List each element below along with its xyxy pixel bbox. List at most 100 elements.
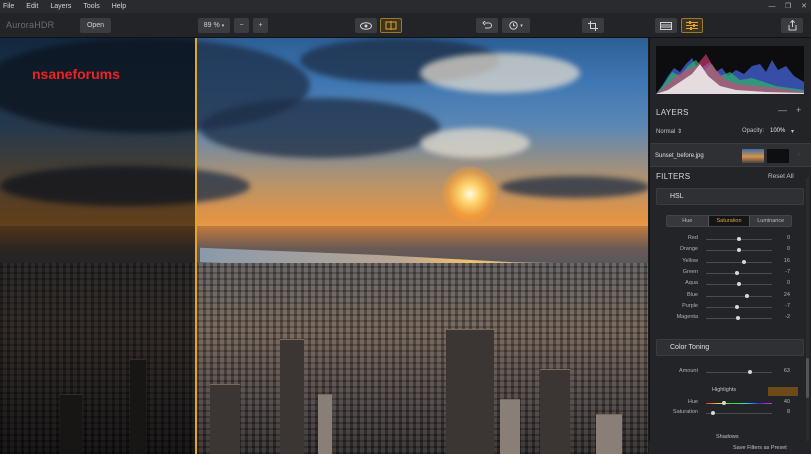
image-canvas[interactable]: nsaneforums: [0, 38, 648, 454]
menu-file[interactable]: File: [3, 3, 14, 10]
hsl-row-orange: Orange 0: [656, 246, 806, 254]
menu-edit[interactable]: Edit: [26, 3, 38, 10]
opacity-value[interactable]: 100%: [770, 128, 785, 134]
hsl-slider-track[interactable]: [706, 306, 772, 308]
photo-building: [596, 414, 622, 454]
compare-split-icon: [385, 21, 397, 30]
hsl-slider-track[interactable]: [706, 272, 772, 274]
hsl-tab-group: Hue Saturation Luminance: [666, 215, 792, 227]
open-button[interactable]: Open: [80, 18, 111, 33]
tab-saturation[interactable]: Saturation: [707, 216, 751, 226]
window-controls: — ❐ ✕: [763, 0, 811, 13]
photo-building: [210, 384, 240, 454]
opacity-label: Opacity:: [742, 128, 765, 134]
hsl-slider-knob[interactable]: [742, 259, 747, 264]
saturation-track[interactable]: [706, 413, 772, 414]
saturation-label: Saturation: [672, 409, 698, 415]
share-button[interactable]: [781, 18, 803, 33]
menu-layers[interactable]: Layers: [50, 3, 71, 10]
crop-button[interactable]: [582, 18, 604, 33]
layer-item[interactable]: Sunset_before.jpg ◌: [650, 143, 811, 167]
photo-sun: [442, 166, 498, 222]
photo-cloud: [420, 53, 580, 93]
undo-button[interactable]: [476, 18, 498, 33]
saturation-value: 8: [786, 409, 790, 415]
highlights-hue-row: Hue 40: [656, 399, 806, 407]
hsl-row-label: Orange: [679, 246, 698, 253]
highlights-color-swatch[interactable]: [768, 387, 798, 396]
amount-value: 63: [783, 368, 790, 374]
hsl-slider-knob[interactable]: [734, 270, 739, 275]
zoom-value: 89 %: [203, 22, 220, 29]
hsl-slider-knob[interactable]: [737, 282, 741, 287]
restore-icon[interactable]: ❐: [781, 0, 795, 13]
add-layer-icon[interactable]: +: [796, 105, 801, 115]
hsl-row-value: -7: [785, 268, 790, 275]
toolbar: AuroraHDR Open 89 % ▾ − + ▾: [0, 13, 811, 38]
visibility-icon[interactable]: ◌: [797, 152, 801, 158]
layer-name: Sunset_before.jpg: [655, 153, 704, 159]
hsl-slider-track[interactable]: [706, 295, 772, 297]
menu-tools[interactable]: Tools: [83, 3, 99, 10]
shadows-label: Shadows: [716, 434, 739, 440]
hsl-row-label: Aqua: [685, 280, 698, 287]
zoom-dropdown[interactable]: 89 % ▾: [198, 18, 230, 33]
layer-thumbnail: [742, 149, 764, 163]
hsl-row-value: 16: [783, 257, 790, 264]
panel-layout-icon: [660, 21, 672, 30]
color-toning-filter-header[interactable]: Color Toning: [656, 339, 804, 356]
remove-layer-icon[interactable]: —: [778, 105, 787, 115]
share-icon: [788, 20, 796, 31]
chevron-down-icon: ▾: [520, 22, 523, 29]
hsl-slider-knob[interactable]: [744, 293, 749, 298]
filters-view-button[interactable]: [681, 18, 703, 33]
hsl-row-label: Red: [687, 235, 698, 241]
photo-building: [318, 394, 332, 454]
blend-mode-value: Normal: [656, 129, 676, 135]
hsl-slider-knob[interactable]: [736, 316, 741, 321]
tab-luminance[interactable]: Luminance: [750, 216, 791, 226]
zoom-out-button[interactable]: −: [234, 18, 249, 33]
right-panel: LAYERS — + Normal ⇕ Opacity: 100% ▾ Suns…: [649, 38, 811, 454]
hsl-row-value: 0: [786, 280, 790, 287]
amount-slider-knob[interactable]: [748, 370, 752, 374]
hue-track[interactable]: [706, 403, 772, 404]
hsl-slider-knob[interactable]: [734, 304, 739, 309]
preview-button[interactable]: [355, 18, 377, 33]
undo-icon: [482, 21, 492, 29]
filters-scrollbar[interactable]: [806, 178, 809, 448]
hsl-row-label: Yellow: [682, 257, 698, 264]
amount-track[interactable]: [706, 372, 772, 373]
history-button[interactable]: ▾: [502, 18, 530, 33]
hsl-slider-track[interactable]: [706, 261, 772, 263]
zoom-in-button[interactable]: +: [253, 18, 268, 33]
saturation-slider-knob[interactable]: [711, 411, 715, 415]
close-icon[interactable]: ✕: [797, 0, 811, 13]
menu-help[interactable]: Help: [112, 3, 126, 10]
compare-button[interactable]: [380, 18, 402, 33]
hsl-slider-knob[interactable]: [737, 237, 741, 241]
layers-view-button[interactable]: [655, 18, 677, 33]
save-preset-button[interactable]: Save Filters as Preset: [733, 445, 787, 451]
hsl-row-purple: Purple -7: [656, 303, 806, 311]
histogram: [656, 46, 804, 94]
compare-divider-handle[interactable]: [195, 38, 197, 454]
hsl-row-blue: Blue 24: [656, 292, 806, 300]
app-logo: AuroraHDR: [6, 20, 55, 30]
hsl-filter-header[interactable]: HSL: [656, 188, 804, 205]
photo-building: [500, 399, 520, 454]
minimize-icon[interactable]: —: [765, 0, 779, 13]
filters-scrollbar-thumb[interactable]: [806, 358, 809, 398]
hsl-filter-title: HSL: [670, 193, 684, 200]
hsl-slider-knob[interactable]: [737, 248, 741, 253]
hue-slider-knob[interactable]: [722, 401, 726, 405]
hsl-row-value: -7: [785, 302, 790, 309]
reset-all-button[interactable]: Reset All: [768, 173, 794, 180]
layer-mask-thumbnail[interactable]: [767, 149, 789, 163]
amount-label: Amount: [679, 368, 698, 374]
blend-mode-select[interactable]: Normal ⇕: [656, 128, 682, 135]
tab-hue[interactable]: Hue: [667, 216, 708, 226]
hsl-row-label: Blue: [686, 291, 698, 298]
photo-cloud: [500, 176, 648, 198]
crop-icon: [588, 20, 598, 31]
